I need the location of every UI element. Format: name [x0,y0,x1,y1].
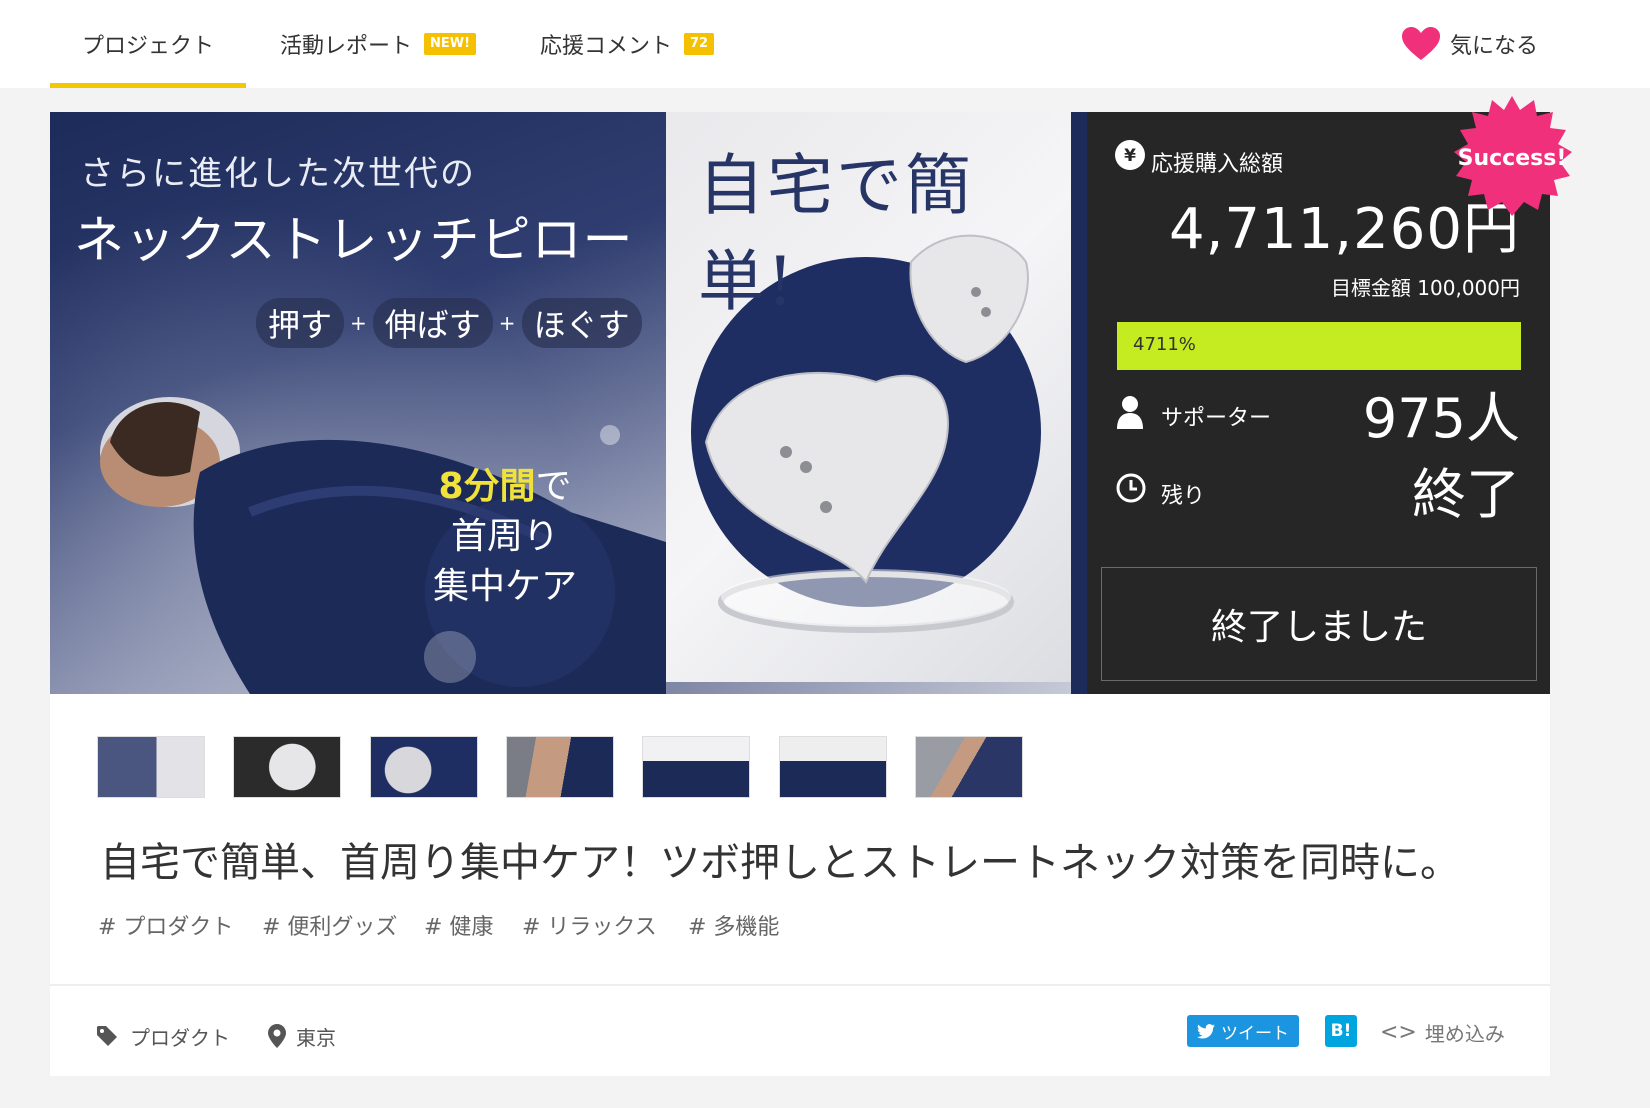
feature-pill: ほぐす [521,298,642,348]
feature-pill: 伸ばす [372,298,493,348]
top-nav: プロジェクト 活動レポート NEW! 応援コメント 72 気になる [0,0,1650,88]
thumbnail[interactable] [233,736,341,798]
caption-line: 集中ケア [432,566,577,607]
image-left-panel: さらに進化した次世代の ネックストレッチピロー 押す + 伸ばす + ほぐす 8… [50,112,666,694]
feature-pills: 押す + 伸ばす + ほぐす [256,298,642,348]
main-image[interactable]: さらに進化した次世代の ネックストレッチピロー 押す + 伸ばす + ほぐす 8… [50,112,1087,694]
supporters-label: サポーター [1161,406,1272,431]
tag-link[interactable]: # 便利グッズ [262,909,397,941]
tag-link[interactable]: # リラックス [522,909,657,941]
tag-link[interactable]: # 健康 [424,909,493,941]
tweet-button[interactable]: ツイート [1187,1015,1299,1047]
thumbnail[interactable] [506,736,614,798]
heart-icon [1402,27,1440,60]
new-badge: NEW! [424,33,477,55]
tag-link[interactable]: # プロダクト [98,909,233,941]
svg-text:¥: ¥ [1124,146,1136,166]
hero-section: さらに進化した次世代の ネックストレッチピロー 押す + 伸ばす + ほぐす 8… [50,96,1572,694]
supporters-count: 975人 [1362,387,1520,450]
tab-comments[interactable]: 応援コメント 72 [540,0,715,88]
hero-headline: 自宅で簡単! [698,147,974,320]
caption-highlight: 8分間 [438,466,536,507]
code-brackets-icon: <> [1380,1019,1417,1045]
favorite-label: 気になる [1450,34,1539,59]
yen-icon: ¥ [1115,140,1145,170]
plus-sign: + [498,311,516,335]
image-edge-strip [1071,112,1087,694]
ended-button[interactable]: 終了しました [1101,567,1537,681]
feature-pill: 押す [256,298,345,348]
person-icon [1117,396,1143,429]
hatena-bookmark-button[interactable]: B! [1325,1015,1357,1047]
favorite-button[interactable]: 気になる [1402,0,1538,88]
thumbnail[interactable] [97,736,205,798]
location-link[interactable]: 東京 [268,1016,336,1056]
remaining-label: 残り [1161,484,1206,509]
total-label: 応援購入総額 [1151,152,1284,177]
location-pin-icon [268,1024,286,1048]
comment-count-badge: 72 [684,33,715,55]
tab-label: プロジェクト [81,34,214,59]
tab-activity-report[interactable]: 活動レポート NEW! [280,0,477,88]
caption-suffix: で [535,466,572,507]
success-badge-text: Success! [1458,146,1567,171]
tweet-label: ツイート [1221,1023,1289,1044]
circle-caption: 8分間で 首周り 集中ケア [395,462,615,612]
category-label: プロダクト [130,1025,230,1050]
tag-icon [97,1026,117,1046]
thumbnail[interactable] [642,736,750,798]
clock-icon [1116,473,1146,503]
hero-subtitle: さらに進化した次世代の [80,154,476,194]
tab-label: 応援コメント [540,34,673,59]
thumbnail[interactable] [370,736,478,798]
plus-sign: + [350,311,367,335]
embed-label: 埋め込み [1424,1021,1505,1046]
progress-bar: 4711% [1117,322,1521,370]
thumbnail[interactable] [779,736,887,798]
hero-product-name: ネックストレッチピロー [74,211,634,269]
category-link[interactable]: プロダクト [96,1016,230,1056]
goal-amount: 目標金額 100,000円 [1330,276,1520,300]
image-right-panel: 自宅で簡単! [666,112,1071,682]
thumbnail[interactable] [915,736,1023,798]
tab-project[interactable]: プロジェクト [50,0,246,88]
caption-line: 首周り [450,516,559,557]
embed-button[interactable]: <> 埋め込み [1380,1016,1505,1048]
success-badge: Success! [1454,96,1572,216]
tag-link[interactable]: # 多機能 [688,909,779,941]
project-card: さらに進化した次世代の ネックストレッチピロー 押す + 伸ばす + ほぐす 8… [50,96,1572,1076]
location-label: 東京 [296,1025,336,1050]
remaining-value: 終了 [1412,463,1520,526]
divider [50,984,1550,986]
twitter-bird-icon [1197,1023,1215,1039]
project-title: 自宅で簡単、首周り集中ケア！ツボ押しとストレートネック対策を同時に。 [100,840,1460,886]
tab-label: 活動レポート [280,34,413,59]
progress-label: 4711% [1133,334,1196,355]
